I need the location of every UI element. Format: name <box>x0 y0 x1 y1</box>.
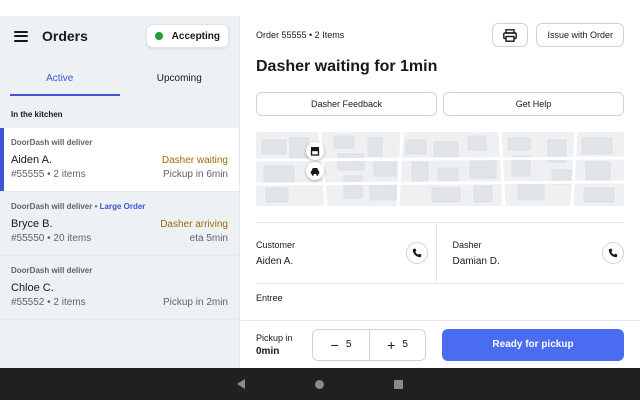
decrease-value: 5 <box>345 339 352 350</box>
page-title: Orders <box>42 28 88 44</box>
decrease-time-button[interactable]: − 5 <box>313 330 369 360</box>
delivery-type-text: DoorDash will deliver • <box>11 202 98 211</box>
action-row: Dasher Feedback Get Help <box>241 92 640 116</box>
orders-header: Orders Accepting <box>0 16 239 56</box>
order-eta: Pickup in 6min <box>162 169 228 180</box>
order-card-55552[interactable]: DoorDash will deliver Chloe C. #55552 • … <box>0 256 239 320</box>
increase-value: 5 <box>402 339 408 350</box>
delivery-map[interactable] <box>256 132 624 206</box>
call-customer-button[interactable] <box>405 242 428 264</box>
accepting-toggle[interactable]: Accepting <box>145 24 229 48</box>
delivery-type: DoorDash will deliver • Large Order <box>11 202 228 214</box>
dasher-status-headline: Dasher waiting for 1min <box>256 58 438 75</box>
customer-contact: Customer Aiden A. <box>256 223 436 283</box>
customer-name: Bryce B. <box>11 218 53 230</box>
phone-icon <box>608 248 618 258</box>
order-card-55555[interactable]: DoorDash will deliver Aiden A. Dasher wa… <box>0 128 239 192</box>
pickup-time: 0min <box>256 345 280 357</box>
order-meta: #55552 • 2 items <box>11 297 86 308</box>
delivery-type: DoorDash will deliver <box>11 138 93 147</box>
customer-name-detail: Aiden A. <box>256 255 294 267</box>
customer-label: Customer <box>256 239 296 250</box>
customer-name: Chloe C. <box>11 282 54 294</box>
order-meta: #55550 • 20 items <box>11 233 92 244</box>
ready-for-pickup-button[interactable]: Ready for pickup <box>442 328 624 361</box>
detail-header: Order 55555 • 2 Items Issue with Order <box>241 16 640 54</box>
accepting-status-dot <box>154 32 163 40</box>
pickup-footer: Pickup in 0min − 5 + 5 Ready for pickup <box>241 320 640 368</box>
get-help-button[interactable]: Get Help <box>443 92 624 116</box>
minus-icon: − <box>330 336 339 353</box>
accepting-label: Accepting <box>171 30 220 42</box>
pickup-label: Pickup in <box>256 332 293 343</box>
tab-upcoming[interactable]: Upcoming <box>120 60 240 96</box>
call-dasher-button[interactable] <box>602 242 624 264</box>
order-id: Order 55555 • 2 Items <box>256 30 345 40</box>
system-nav-bar <box>0 368 640 400</box>
printer-icon <box>503 28 518 42</box>
back-icon[interactable] <box>237 379 245 389</box>
dasher-status: Dasher waiting <box>161 155 228 166</box>
tab-active[interactable]: Active <box>0 60 120 96</box>
home-icon[interactable] <box>315 379 324 389</box>
car-icon <box>310 167 320 176</box>
store-icon <box>310 147 320 156</box>
menu-icon[interactable] <box>14 30 28 42</box>
recents-icon[interactable] <box>394 379 403 389</box>
order-meta: #55555 • 2 items <box>11 169 86 180</box>
orders-panel: Orders Accepting Active Upcoming In the … <box>0 16 240 368</box>
increase-time-button[interactable]: + 5 <box>369 329 425 360</box>
dasher-map-pin <box>306 162 324 180</box>
dasher-status: Dasher arriving <box>160 219 228 230</box>
plus-icon: + <box>387 336 396 353</box>
status-bar <box>0 0 640 16</box>
contacts-row: Customer Aiden A. Dasher Damian D. <box>241 223 640 283</box>
dasher-contact: Dasher Damian D. <box>435 223 624 283</box>
print-button[interactable] <box>492 23 529 47</box>
delivery-type: DoorDash will deliver <box>11 266 93 275</box>
pickup-timer: Pickup in 0min <box>256 332 312 358</box>
large-order-tag: Large Order <box>99 202 146 211</box>
order-eta: eta 5min <box>189 233 228 244</box>
order-eta: Pickup in 2min <box>162 297 228 308</box>
issue-with-order-button[interactable]: Issue with Order <box>536 23 624 47</box>
store-map-pin <box>306 142 324 160</box>
order-detail-panel: Order 55555 • 2 Items Issue with Order D… <box>241 16 640 368</box>
dasher-name: Damian D. <box>452 255 500 267</box>
order-card-55550[interactable]: DoorDash will deliver • Large Order Bryc… <box>0 192 239 256</box>
dasher-feedback-button[interactable]: Dasher Feedback <box>256 92 437 116</box>
entree-section-label: Entree <box>256 293 283 303</box>
dasher-label: Dasher <box>452 239 482 250</box>
phone-icon <box>412 248 421 258</box>
customer-name: Aiden A. <box>11 154 52 166</box>
section-label-kitchen: In the kitchen <box>11 110 63 119</box>
pickup-time-stepper: − 5 + 5 <box>312 328 426 361</box>
order-tabs: Active Upcoming <box>0 60 239 96</box>
